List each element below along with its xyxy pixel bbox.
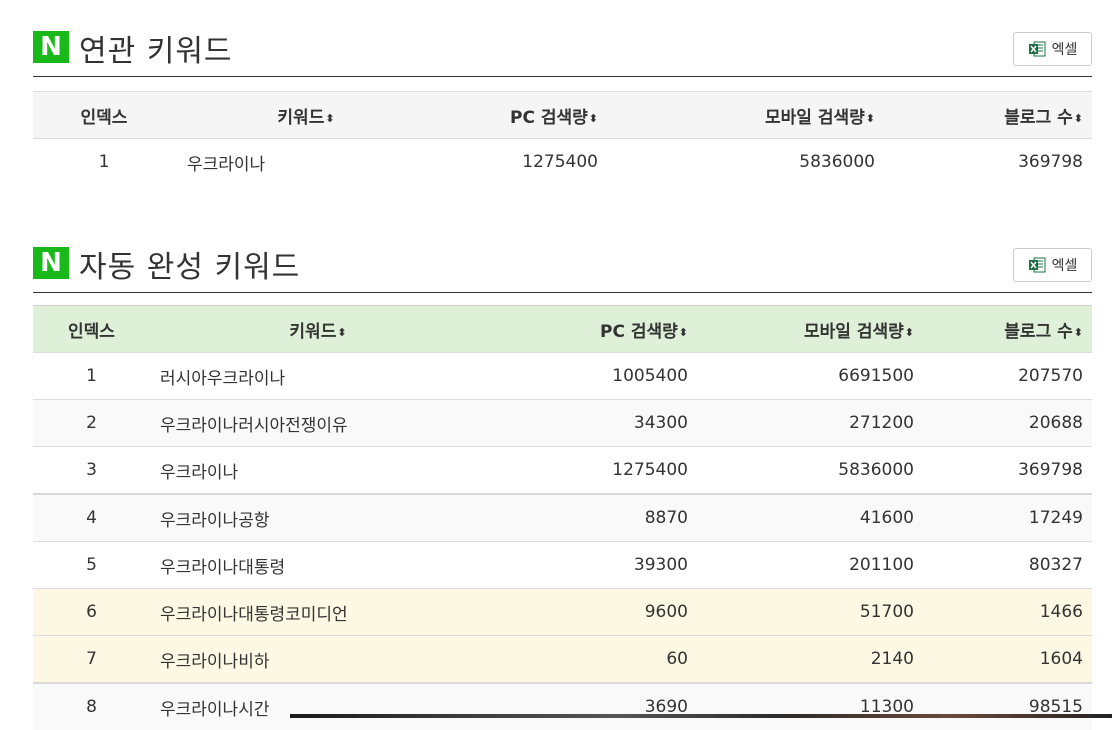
cell-index: 6: [86, 602, 97, 622]
cell-mobile: 51700: [859, 602, 914, 622]
cell-mobile: 5836000: [838, 460, 914, 480]
cell-blog: 20688: [1028, 413, 1083, 433]
col-header-mobile[interactable]: 모바일 검색량⬍: [697, 306, 923, 353]
cell-pc: 60: [666, 649, 688, 669]
table-header-row: 인덱스 키워드⬍ PC 검색량⬍ 모바일 검색량⬍ 블로그 수⬍: [33, 91, 1092, 139]
col-header-index: 인덱스: [68, 321, 115, 342]
related-keywords-title: 연관 키워드: [79, 34, 233, 69]
cell-pc: 1275400: [522, 152, 598, 172]
cell-mobile: 201100: [849, 555, 914, 575]
autocomplete-keywords-section: N 자동 완성 키워드 엑셀 인덱스 키워드⬍ PC 검색량⬍ 모바일 검색량⬍: [33, 244, 1092, 730]
cell-mobile: 5836000: [799, 152, 875, 172]
related-keywords-table: 인덱스 키워드⬍ PC 검색량⬍ 모바일 검색량⬍ 블로그 수⬍ 1 우크라이나…: [33, 91, 1092, 185]
col-header-blog[interactable]: 블로그 수⬍: [884, 92, 1092, 139]
cell-index: 1: [98, 152, 110, 172]
excel-icon: [1028, 41, 1046, 57]
cell-keyword: 우크라이나공항: [160, 510, 270, 531]
sort-icon[interactable]: ⬍: [325, 112, 334, 125]
cell-mobile: 6691500: [838, 366, 914, 386]
cell-keyword: 우크라이나대통령: [160, 557, 286, 578]
cell-index: 4: [86, 508, 97, 528]
cell-blog: 80327: [1028, 555, 1083, 575]
cell-blog: 1466: [1039, 602, 1083, 622]
related-keywords-section: N 연관 키워드 엑셀 인덱스 키워드⬍ PC 검색량⬍ 모바일 검색량⬍ 블로…: [33, 28, 1092, 185]
cell-blog: 207570: [1018, 366, 1083, 386]
sort-icon[interactable]: ⬍: [589, 112, 598, 125]
table-row: 4 우크라이나공항 8870 41600 17249: [33, 494, 1092, 542]
cell-keyword: 러시아우크라이나: [160, 368, 286, 389]
cell-index: 8: [86, 697, 97, 717]
cell-mobile: 2140: [870, 649, 914, 669]
cell-blog: 1604: [1039, 649, 1083, 669]
cell-pc: 39300: [633, 555, 688, 575]
cell-mobile: 271200: [849, 413, 914, 433]
cell-mobile: 11300: [859, 697, 914, 717]
cell-pc: 1275400: [612, 460, 688, 480]
cell-pc: 9600: [644, 602, 688, 622]
col-header-keyword[interactable]: 키워드⬍: [150, 306, 582, 353]
cell-blog: 98515: [1028, 697, 1083, 717]
autocomplete-keywords-header: N 자동 완성 키워드 엑셀: [33, 244, 1092, 293]
cell-pc: 34300: [633, 413, 688, 433]
col-header-blog[interactable]: 블로그 수⬍: [923, 306, 1092, 353]
sort-icon[interactable]: ⬍: [866, 112, 875, 125]
related-keywords-header: N 연관 키워드 엑셀: [33, 28, 1092, 77]
naver-logo-icon: N: [33, 247, 69, 279]
table-row: 6 우크라이나대통령코미디언 9600 51700 1466: [33, 588, 1092, 636]
col-header-pc[interactable]: PC 검색량⬍: [582, 306, 697, 353]
cell-index: 1: [86, 366, 97, 386]
cell-index: 5: [86, 555, 97, 575]
col-header-keyword[interactable]: 키워드⬍: [175, 92, 437, 139]
col-header-pc[interactable]: PC 검색량⬍: [437, 92, 607, 139]
cell-pc: 1005400: [612, 366, 688, 386]
cell-index: 2: [86, 413, 97, 433]
cell-keyword: 우크라이나시간: [160, 699, 270, 720]
cell-blog: 369798: [1018, 152, 1083, 172]
sort-icon[interactable]: ⬍: [679, 326, 688, 339]
bottom-overlay-strip: [290, 714, 1112, 718]
related-excel-label: 엑셀: [1051, 42, 1078, 58]
cell-pc: 3690: [644, 697, 688, 717]
cell-pc: 8870: [644, 508, 688, 528]
cell-mobile: 41600: [859, 508, 914, 528]
autocomplete-keywords-table: 인덱스 키워드⬍ PC 검색량⬍ 모바일 검색량⬍ 블로그 수⬍ 1 러시아우크…: [33, 305, 1092, 730]
naver-logo-icon: N: [33, 31, 69, 63]
cell-index: 3: [86, 460, 97, 480]
related-excel-button[interactable]: 엑셀: [1013, 32, 1092, 66]
sort-icon[interactable]: ⬍: [905, 326, 914, 339]
table-row: 2 우크라이나러시아전쟁이유 34300 271200 20688: [33, 399, 1092, 447]
excel-icon: [1028, 257, 1046, 273]
cell-blog: 369798: [1018, 460, 1083, 480]
table-row: 1 우크라이나 1275400 5836000 369798: [33, 139, 1092, 186]
table-row: 5 우크라이나대통령 39300 201100 80327: [33, 541, 1092, 589]
table-row: 1 러시아우크라이나 1005400 6691500 207570: [33, 352, 1092, 400]
autocomplete-keywords-title: 자동 완성 키워드: [79, 250, 301, 285]
table-header-row: 인덱스 키워드⬍ PC 검색량⬍ 모바일 검색량⬍ 블로그 수⬍: [33, 305, 1092, 353]
cell-keyword: 우크라이나비하: [160, 651, 270, 672]
sort-icon[interactable]: ⬍: [1074, 112, 1083, 125]
table-row: 7 우크라이나비하 60 2140 1604: [33, 635, 1092, 683]
col-header-index: 인덱스: [80, 107, 128, 128]
cell-keyword: 우크라이나: [187, 154, 266, 175]
autocomplete-excel-button[interactable]: 엑셀: [1013, 248, 1092, 282]
table-row: 8 우크라이나시간 3690 11300 98515: [33, 683, 1092, 730]
sort-icon[interactable]: ⬍: [1074, 326, 1083, 339]
cell-index: 7: [86, 649, 97, 669]
cell-keyword: 우크라이나: [160, 462, 239, 483]
cell-keyword: 우크라이나러시아전쟁이유: [160, 415, 348, 436]
cell-blog: 17249: [1028, 508, 1083, 528]
sort-icon[interactable]: ⬍: [337, 326, 346, 339]
cell-keyword: 우크라이나대통령코미디언: [160, 604, 348, 625]
col-header-mobile[interactable]: 모바일 검색량⬍: [607, 92, 884, 139]
autocomplete-excel-label: 엑셀: [1051, 258, 1078, 274]
table-row: 3 우크라이나 1275400 5836000 369798: [33, 446, 1092, 494]
